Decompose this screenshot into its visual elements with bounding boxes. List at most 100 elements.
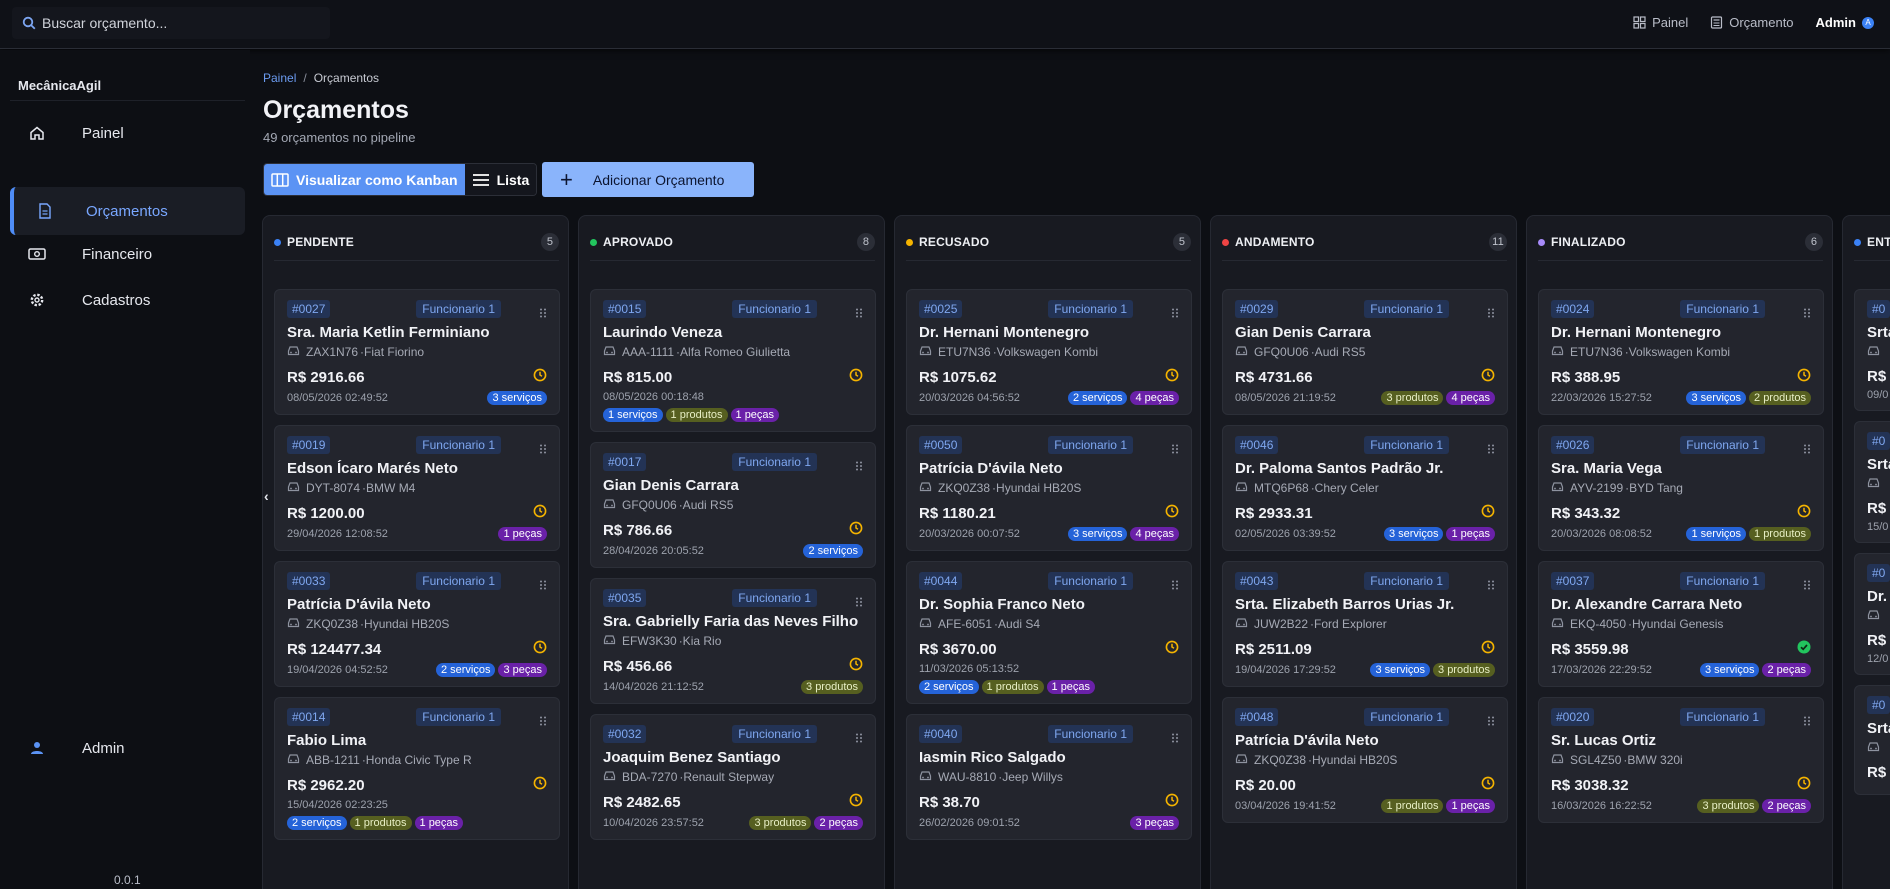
budget-card[interactable]: #0044 Funcionario 1 Dr. Sophia Franco Neto…	[906, 561, 1192, 704]
kanban-view-button[interactable]: Visualizar como Kanban	[264, 164, 465, 195]
drag-handle-icon[interactable]	[539, 441, 547, 454]
drag-handle-icon[interactable]	[539, 577, 547, 590]
item-count-badge: 1 serviços	[1686, 527, 1747, 541]
breadcrumb-root-link[interactable]: Painel	[263, 71, 296, 85]
status-dot-icon	[1538, 238, 1545, 246]
sidebar-item-orcamentos[interactable]: Orçamentos	[10, 187, 245, 235]
vehicle-model: ·Hyundai HB20S	[360, 617, 450, 631]
clock-icon	[1481, 640, 1495, 659]
budget-card[interactable]: #0033 Funcionario 1 Patrícia D'ávila Neto Z…	[274, 561, 560, 687]
item-count-badge: 1 produtos	[349, 816, 412, 830]
vehicle-info	[1867, 477, 1890, 491]
budget-card[interactable]: #0020 Funcionario 1 Sr. Lucas Ortiz SGL4Z50…	[1538, 697, 1824, 823]
budget-card[interactable]: #0032 Funcionario 1 Joaquim Benez Santiago…	[590, 714, 876, 840]
drag-handle-icon[interactable]	[1803, 713, 1811, 726]
item-badges: 3 serviços 4 peças	[1067, 527, 1179, 541]
budget-card[interactable]: #0035 Funcionario 1 Sra. Gabrielly Faria d…	[590, 578, 876, 704]
vehicle-plate: AYV-2199	[1570, 481, 1624, 495]
budget-id-badge: #0017	[603, 453, 647, 471]
item-count-badge: 3 serviços	[1067, 527, 1128, 541]
budget-card[interactable]: #0025 Funcionario 1 Dr. Hernani Montenegro…	[906, 289, 1192, 415]
page-title: Orçamentos	[263, 96, 409, 124]
topnav-orcamento[interactable]: Orçamento	[1710, 15, 1794, 30]
budget-card[interactable]: #0027 Funcionario 1 Sra. Maria Ketlin Ferm…	[274, 289, 560, 415]
item-count-badge: 2 peças	[1762, 663, 1811, 677]
chevron-left-icon[interactable]: ‹	[264, 488, 269, 504]
sidebar-user-label: Admin	[82, 739, 125, 757]
sidebar-user-admin[interactable]: Admin	[10, 724, 245, 772]
car-icon	[919, 770, 932, 784]
car-icon	[603, 634, 616, 648]
item-badges: 2 serviços 1 produtos 1 peças	[287, 816, 547, 830]
car-icon	[1867, 741, 1880, 755]
sidebar-item-financeiro[interactable]: Financeiro	[10, 230, 245, 278]
budget-card[interactable]: #0029 Funcionario 1 Gian Denis Carrara GFQ0…	[1222, 289, 1508, 415]
sidebar-item-label: Financeiro	[82, 245, 153, 263]
drag-handle-icon[interactable]	[855, 594, 863, 607]
budget-id-badge: #0046	[1235, 436, 1279, 454]
drag-handle-icon[interactable]	[1171, 441, 1179, 454]
drag-handle-icon[interactable]	[855, 305, 863, 318]
drag-handle-icon[interactable]	[1171, 730, 1179, 743]
drag-handle-icon[interactable]	[1487, 713, 1495, 726]
drag-handle-icon[interactable]	[539, 713, 547, 726]
add-budget-button[interactable]: + Adicionar Orçamento	[542, 162, 754, 197]
drag-handle-icon[interactable]	[855, 730, 863, 743]
drag-handle-icon[interactable]	[855, 458, 863, 471]
car-icon	[1235, 617, 1248, 631]
budget-card[interactable]: #0026 Funcionario 1 Sra. Maria Vega AYV-219…	[1538, 425, 1824, 551]
budget-card[interactable]: #0024 Funcionario 1 Dr. Hernani Montenegro…	[1538, 289, 1824, 415]
topnav-painel[interactable]: Painel	[1633, 15, 1688, 30]
drag-handle-icon[interactable]	[1487, 441, 1495, 454]
kanban-column-recusado: RECUSADO 5 #0025 Funcionario 1 Dr. Hernani M…	[894, 215, 1201, 889]
drag-handle-icon[interactable]	[1487, 577, 1495, 590]
budget-card[interactable]: #0 Srta R$ 09/0	[1854, 289, 1890, 411]
drag-handle-icon[interactable]	[1171, 577, 1179, 590]
topnav-admin[interactable]: Admin	[1816, 15, 1856, 30]
sidebar-item-painel[interactable]: Painel	[10, 109, 245, 157]
sidebar-item-cadastros[interactable]: Cadastros	[10, 276, 245, 324]
budget-card[interactable]: #0037 Funcionario 1 Dr. Alexandre Carrara …	[1538, 561, 1824, 687]
client-name: Joaquim Benez Santiago	[603, 749, 781, 766]
column-header: FINALIZADO 6	[1538, 230, 1823, 254]
item-count-badge: 3 serviços	[487, 391, 547, 405]
client-name: Sra. Maria Ketlin Ferminiano	[287, 324, 490, 341]
item-count-badge: 3 peças	[1130, 816, 1179, 830]
item-count-badge: 3 produtos	[749, 816, 812, 830]
budget-id-badge: #0026	[1551, 436, 1595, 454]
budget-card[interactable]: #0043 Funcionario 1 Srta. Elizabeth Barros…	[1222, 561, 1508, 687]
list-view-button[interactable]: Lista	[464, 164, 537, 195]
item-badges: 1 peças	[498, 527, 547, 541]
search-input[interactable]	[42, 15, 312, 31]
budget-card[interactable]: #0015 Funcionario 1 Laurindo Veneza AAA-111…	[590, 289, 876, 432]
search-box[interactable]	[12, 7, 330, 39]
drag-handle-icon[interactable]	[539, 305, 547, 318]
drag-handle-icon[interactable]	[1487, 305, 1495, 318]
item-badges: 3 serviços 1 peças	[1383, 527, 1495, 541]
budget-card[interactable]: #0040 Funcionario 1 Iasmin Rico Salgado WAU…	[906, 714, 1192, 840]
budget-card[interactable]: #0 Srta R$ 15/0	[1854, 421, 1890, 543]
clock-icon	[1165, 793, 1179, 812]
drag-handle-icon[interactable]	[1803, 441, 1811, 454]
budget-card[interactable]: #0014 Funcionario 1 Fabio Lima ABB-1211 ·Hon…	[274, 697, 560, 840]
item-count-badge: 1 serviços	[603, 408, 663, 422]
vehicle-info: DYT-8074 ·BMW M4	[287, 481, 547, 495]
card-list: #0025 Funcionario 1 Dr. Hernani Montenegro…	[906, 289, 1192, 850]
budget-card[interactable]: #0 Dr. R$ 12/0	[1854, 553, 1890, 675]
budget-card[interactable]: #0050 Funcionario 1 Patrícia D'ávila Neto Z…	[906, 425, 1192, 551]
drag-handle-icon[interactable]	[1171, 305, 1179, 318]
budget-card[interactable]: #0017 Funcionario 1 Gian Denis Carrara GFQ0…	[590, 442, 876, 568]
client-name: Edson Ícaro Marés Neto	[287, 460, 458, 477]
budget-card[interactable]: #0046 Funcionario 1 Dr. Paloma Santos Padr…	[1222, 425, 1508, 551]
vehicle-info	[1867, 609, 1890, 623]
vehicle-plate: WAU-8810	[938, 770, 997, 784]
drag-handle-icon[interactable]	[1803, 305, 1811, 318]
grid-icon	[1633, 16, 1646, 29]
budget-card[interactable]: #0 Srta R$	[1854, 685, 1890, 795]
column-header: ANDAMENTO 11	[1222, 230, 1507, 254]
kanban-board: PENDENTE 5 #0027 Funcionario 1 Sra. Maria Ke…	[262, 215, 1890, 889]
drag-handle-icon[interactable]	[1803, 577, 1811, 590]
budget-card[interactable]: #0048 Funcionario 1 Patrícia D'ávila Neto Z…	[1222, 697, 1508, 823]
budget-card[interactable]: #0019 Funcionario 1 Edson Ícaro Marés Neto…	[274, 425, 560, 551]
budget-date: 17/03/2026 22:29:52	[1551, 664, 1652, 676]
